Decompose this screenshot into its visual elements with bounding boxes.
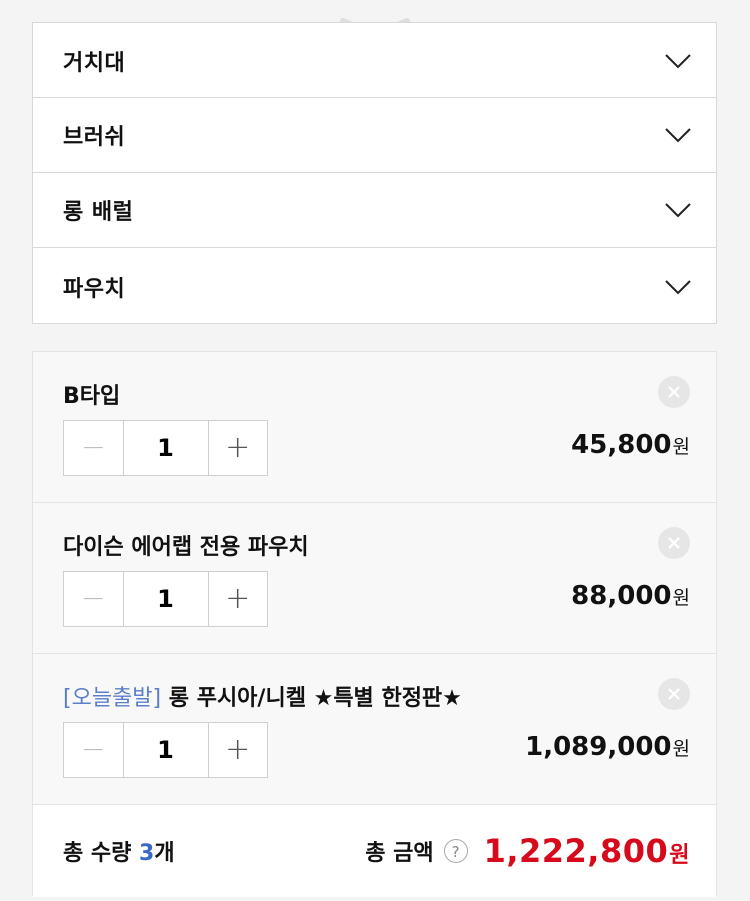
currency-unit: 원 (672, 436, 690, 458)
total-amount: 1,222,800원 (484, 832, 690, 870)
cart-item: [오늘출발] 롱 푸시아/니켈 ★특별 한정판★ − + 1,089,000원 (33, 654, 716, 805)
quantity-input[interactable] (123, 572, 208, 626)
item-name: [오늘출발] 롱 푸시아/니켈 ★특별 한정판★ (63, 680, 462, 712)
quantity-input[interactable] (123, 421, 208, 475)
minus-icon: − (80, 429, 106, 465)
item-price-value: 1,089,000 (525, 732, 672, 762)
item-name: B타입 (63, 378, 120, 410)
plus-icon: + (225, 580, 251, 616)
total-quantity-count: 3 (139, 841, 155, 866)
cart-item: 다이슨 에어랩 전용 파우치 − + 88,000원 (33, 503, 716, 654)
accordion-item-label: 파우치 (63, 276, 126, 302)
item-name: 다이슨 에어랩 전용 파우치 (63, 529, 309, 561)
plus-icon: + (225, 731, 251, 767)
currency-unit: 원 (672, 587, 690, 609)
item-price: 88,000원 (571, 581, 690, 611)
plus-icon: + (225, 429, 251, 465)
total-quantity-unit: 개 (154, 841, 175, 866)
increase-quantity-button[interactable]: + (207, 572, 268, 626)
quantity-stepper: − + (63, 420, 268, 476)
total-quantity-label: 총 수량 (63, 841, 140, 866)
increase-quantity-button[interactable]: + (207, 421, 268, 475)
help-icon[interactable]: ? (443, 839, 468, 863)
total-quantity: 총 수량 3개 (63, 835, 175, 867)
item-price-value: 45,800 (571, 430, 672, 460)
minus-icon: − (80, 731, 106, 767)
accordion-item-pouch[interactable]: 파우치 (33, 248, 716, 323)
cart-item: B타입 − + 45,800원 (33, 352, 716, 503)
decrease-quantity-button[interactable]: − (64, 723, 124, 777)
quantity-stepper: − + (63, 722, 268, 778)
item-title: 롱 푸시아/니켈 ★특별 한정판★ (161, 686, 462, 711)
accordion-item-label: 거치대 (63, 51, 126, 76)
item-title: B타입 (63, 384, 121, 409)
total-amount-group: 총 금액 ? 1,222,800원 (365, 832, 690, 870)
increase-quantity-button[interactable]: + (207, 723, 268, 777)
currency-unit: 원 (669, 843, 690, 868)
accordion-item-brush[interactable]: 브러쉬 (33, 98, 716, 173)
chevron-down-icon (665, 128, 691, 143)
order-summary: 총 수량 3개 총 금액 ? 1,222,800원 (33, 805, 716, 897)
total-amount-value: 1,222,800 (483, 832, 669, 870)
remove-item-button[interactable] (658, 678, 690, 710)
item-tag: [오늘출발] (63, 686, 162, 711)
accordion-item-long-barrel[interactable]: 롱 배럴 (33, 173, 716, 248)
minus-icon: − (80, 580, 106, 616)
accordion-item-label: 롱 배럴 (63, 200, 134, 225)
item-title: 다이슨 에어랩 전용 파우치 (63, 535, 309, 560)
decrease-quantity-button[interactable]: − (64, 572, 124, 626)
close-icon (668, 537, 680, 549)
currency-unit: 원 (672, 738, 690, 760)
accordion-item-label: 브러쉬 (63, 125, 126, 150)
quantity-input[interactable] (123, 723, 208, 777)
option-accordion: 거치대 브러쉬 롱 배럴 파우치 (32, 22, 717, 324)
total-amount-label: 총 금액 (365, 841, 434, 866)
item-price: 1,089,000원 (525, 732, 690, 762)
remove-item-button[interactable] (658, 527, 690, 559)
chevron-down-icon (665, 279, 691, 294)
close-icon (668, 688, 680, 700)
close-icon (668, 386, 680, 398)
item-price-value: 88,000 (571, 581, 672, 611)
remove-item-button[interactable] (658, 376, 690, 408)
chevron-down-icon (665, 203, 691, 218)
quantity-stepper: − + (63, 571, 268, 627)
selected-options-panel: B타입 − + 45,800원 다이슨 에어랩 전용 파우치 − + 88,00… (32, 351, 717, 897)
accordion-item-stand[interactable]: 거치대 (33, 23, 716, 98)
decrease-quantity-button[interactable]: − (64, 421, 124, 475)
item-price: 45,800원 (571, 430, 690, 460)
chevron-down-icon (665, 54, 691, 69)
